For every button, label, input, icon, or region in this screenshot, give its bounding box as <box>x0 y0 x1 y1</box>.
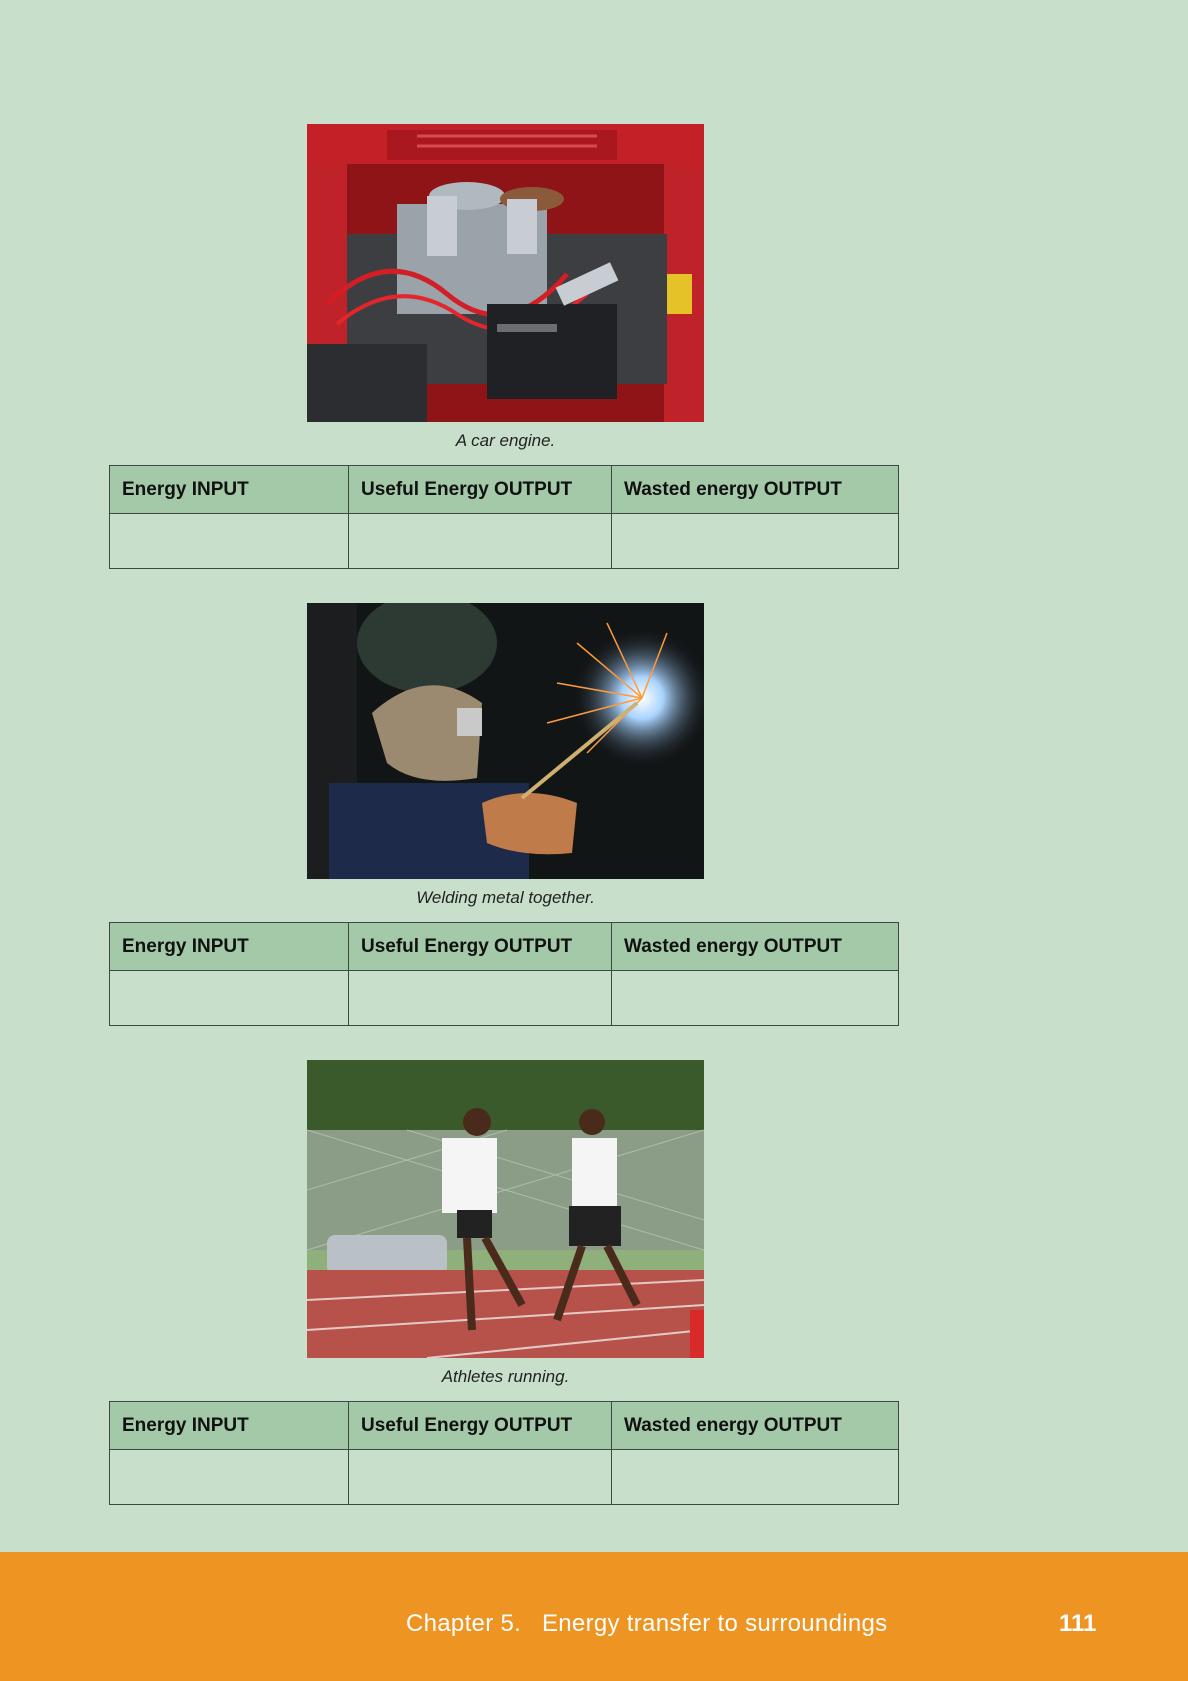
cell-useful-energy-output[interactable] <box>348 970 612 1026</box>
page-footer: Chapter 5. Energy transfer to surroundin… <box>0 1552 1188 1681</box>
photo-caption: Welding metal together. <box>416 888 595 907</box>
header-useful-energy-output: Useful Energy OUTPUT <box>348 465 612 514</box>
table-row <box>109 970 899 1026</box>
cell-useful-energy-output[interactable] <box>348 1449 612 1505</box>
energy-table: Energy INPUT Useful Energy OUTPUT Wasted… <box>109 922 899 1026</box>
cell-wasted-energy-output[interactable] <box>611 513 899 569</box>
header-energy-input: Energy INPUT <box>109 1401 349 1450</box>
athletes-photo <box>307 1060 704 1358</box>
car-engine-photo <box>307 124 704 422</box>
page-number: 111 <box>1059 1610 1097 1637</box>
table-header-row: Energy INPUT Useful Energy OUTPUT Wasted… <box>109 1401 899 1450</box>
cell-energy-input[interactable] <box>109 970 349 1026</box>
photo-caption: Athletes running. <box>441 1367 570 1386</box>
header-energy-input: Energy INPUT <box>109 922 349 971</box>
energy-table: Energy INPUT Useful Energy OUTPUT Wasted… <box>109 465 899 569</box>
cell-energy-input[interactable] <box>109 1449 349 1505</box>
header-useful-energy-output: Useful Energy OUTPUT <box>348 1401 612 1450</box>
table-header-row: Energy INPUT Useful Energy OUTPUT Wasted… <box>109 465 899 514</box>
table-row <box>109 513 899 569</box>
cell-wasted-energy-output[interactable] <box>611 1449 899 1505</box>
table-row <box>109 1449 899 1505</box>
header-wasted-energy-output: Wasted energy OUTPUT <box>611 465 899 514</box>
header-energy-input: Energy INPUT <box>109 465 349 514</box>
cell-energy-input[interactable] <box>109 513 349 569</box>
welding-photo <box>307 603 704 879</box>
table-header-row: Energy INPUT Useful Energy OUTPUT Wasted… <box>109 922 899 971</box>
photo-caption: A car engine. <box>455 431 556 450</box>
cell-wasted-energy-output[interactable] <box>611 970 899 1026</box>
header-wasted-energy-output: Wasted energy OUTPUT <box>611 1401 899 1450</box>
cell-useful-energy-output[interactable] <box>348 513 612 569</box>
energy-table: Energy INPUT Useful Energy OUTPUT Wasted… <box>109 1401 899 1505</box>
header-wasted-energy-output: Wasted energy OUTPUT <box>611 922 899 971</box>
chapter-title: Chapter 5. Energy transfer to surroundin… <box>406 1610 888 1637</box>
header-useful-energy-output: Useful Energy OUTPUT <box>348 922 612 971</box>
